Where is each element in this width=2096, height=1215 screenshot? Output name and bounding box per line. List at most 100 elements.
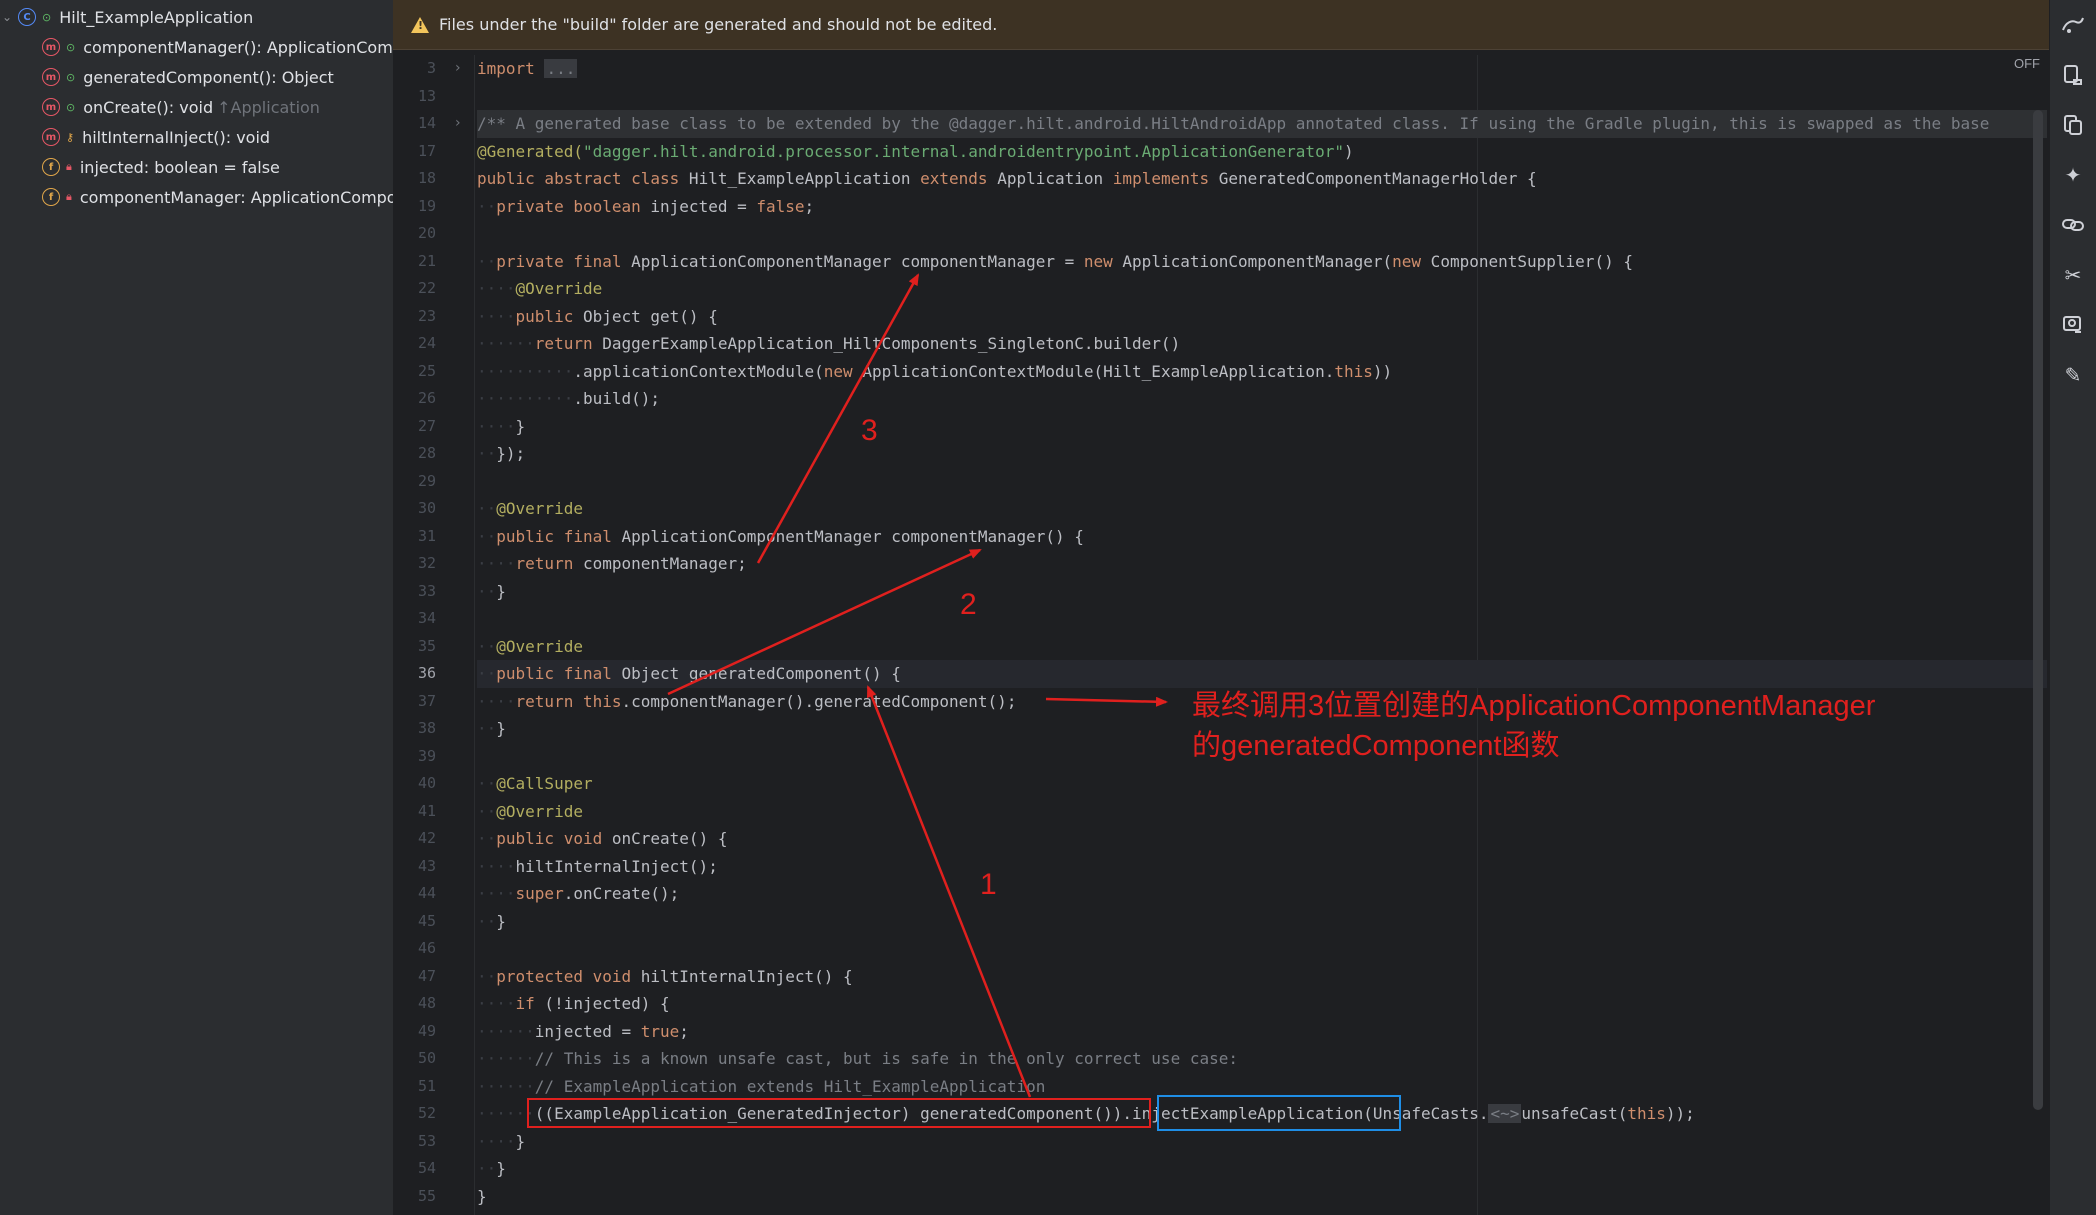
code-token: @Override [496,636,583,656]
structure-item-label: componentManager(): ApplicationCompo [83,37,393,57]
code-token: Object generatedComponent() { [611,664,901,683]
structure-item-label: hiltInternalInject(): void [82,127,271,147]
code-line[interactable]: ··} [477,1155,506,1183]
code-line[interactable]: ··········.build(); [477,385,660,413]
code-line[interactable]: import ... [477,55,578,83]
code-token: .build(); [573,389,661,408]
code-line[interactable]: ····if (!injected) { [477,990,670,1018]
code-line[interactable]: ··public final ApplicationComponentManag… [477,523,1084,551]
code-line[interactable]: public abstract class Hilt_ExampleApplic… [477,165,1537,193]
code-line[interactable]: ··@Override [477,798,583,826]
code-line[interactable]: ····hiltInternalInject(); [477,853,718,881]
code-line[interactable]: ··private final ApplicationComponentMana… [477,248,1633,276]
code-token: if [515,994,535,1013]
code-token: return [534,334,593,353]
code-token: onCreate() { [602,829,728,848]
code-line[interactable]: ······// This is a known unsafe cast, bu… [477,1045,1238,1073]
line-number: 28 [417,444,436,462]
code-token: protected void [496,966,632,986]
code-token: public [515,306,574,326]
code-editor[interactable]: Files under the "build" folder are gener… [393,0,2050,1215]
code-token: /** A generated base class to be extende… [477,114,1990,133]
code-line[interactable]: ··········.applicationContextModule(new … [477,358,1392,386]
code-line[interactable]: /** A generated base class to be extende… [477,110,2047,138]
chevron-down-icon[interactable]: ⌄ [2,10,12,24]
database-icon[interactable] [2060,112,2086,138]
line-number: 44 [417,884,436,902]
code-line[interactable]: ····return this.componentManager().gener… [477,688,1016,716]
line-number: 21 [417,251,436,270]
device-manager-icon[interactable] [2060,312,2086,338]
code-line[interactable]: ··} [477,578,506,606]
structure-item[interactable]: f 🔒︎ injected: boolean = false [42,152,280,182]
line-number: 33 [417,581,436,600]
code-line[interactable]: ····return componentManager; [477,550,747,578]
code-line[interactable]: ··} [477,908,506,936]
line-number: 19 [417,196,436,215]
ai-assistant-icon[interactable]: ✦ [2060,162,2086,188]
code-line[interactable]: ··@Override [477,633,583,661]
line-number: 51 [417,1076,436,1095]
code-line[interactable]: ··@Override [477,495,583,523]
notifications-icon[interactable] [2060,62,2086,88]
code-line[interactable]: ····super.onCreate(); [477,880,679,908]
lock-icon: 🔒︎ [66,190,72,203]
folded-region[interactable]: ... [544,59,578,78]
code-line[interactable]: ······return DaggerExampleApplication_Hi… [477,330,1180,358]
folded-region[interactable]: <~> [1488,1104,1522,1123]
edit-icon[interactable]: ✎ [2060,362,2086,388]
code-line[interactable]: ······injected = true; [477,1018,689,1046]
code-line[interactable]: ··protected void hiltInternalInject() { [477,963,853,991]
code-token: new [1392,251,1422,271]
structure-root[interactable]: ⌄ C ⊙ Hilt_ExampleApplication [0,2,253,32]
code-line-current[interactable]: ··public final Object generatedComponent… [477,660,2047,688]
code-token: } [477,1186,487,1206]
structure-item[interactable]: m ⚷ hiltInternalInject(): void [42,122,270,152]
code-line[interactable]: } [477,1183,487,1211]
line-number: 49 [417,1021,436,1040]
chevron-right-icon[interactable]: › [455,110,467,138]
protected-key-icon: ⚷ [66,130,75,144]
code-token: (!injected) { [534,994,670,1013]
code-line[interactable]: ····} [477,1128,525,1156]
code-line[interactable]: ··} [477,715,506,743]
tools-icon[interactable]: ✂ [2060,262,2086,288]
code-line[interactable]: @Generated("dagger.hilt.android.processo… [477,138,1354,166]
code-token: return [515,691,574,711]
code-line[interactable]: ····} [477,413,525,441]
code-token: public final [496,664,612,683]
line-number: 52 [417,1104,436,1122]
structure-item[interactable]: f 🔒︎ componentManager: ApplicationCompon [42,182,393,212]
code-token: ApplicationComponentManager componentMan… [621,251,1084,271]
code-line[interactable]: ··public void onCreate() { [477,825,727,853]
code-line[interactable]: ··@CallSuper [477,770,593,798]
link-icon[interactable] [2060,212,2086,238]
reader-mode-off-label[interactable]: OFF [2014,56,2040,71]
code-token: } [515,416,526,436]
right-tool-strip: ✦ ✂ ✎ [2049,0,2096,1215]
line-number: 29 [417,471,436,490]
structure-item[interactable]: m ⊙ componentManager(): ApplicationCompo [42,32,393,62]
line-number-gutter[interactable]: 3 13 14 17 18 19 20 21 22 23 24 25 26 27… [393,55,461,1215]
code-token: ) [1343,141,1354,161]
code-line[interactable]: ······// ExampleApplication extends Hilt… [477,1073,1045,1101]
chevron-right-icon[interactable]: › [455,55,467,83]
code-token: } [496,719,506,738]
class-icon: C [18,8,36,26]
gradle-icon[interactable] [2060,12,2086,38]
code-line[interactable]: ····@Override [477,275,602,303]
code-token: return [515,554,574,573]
code-line[interactable]: ······((ExampleApplication_GeneratedInje… [477,1100,1695,1128]
line-number: 53 [417,1131,436,1150]
line-number: 32 [417,554,436,572]
line-number: 27 [417,416,436,435]
code-line[interactable]: ··private boolean injected = false; [477,193,814,221]
line-number: 54 [417,1159,436,1177]
vertical-scrollbar[interactable] [2033,110,2043,1110]
structure-item[interactable]: m ⊙ generatedComponent(): Object [42,62,334,92]
line-number-current: 36 [417,664,436,682]
code-line[interactable]: ····public Object get() { [477,303,718,331]
code-line[interactable]: ··}); [477,440,525,468]
structure-item[interactable]: m ⊙ onCreate(): void ↑Application [42,92,320,122]
code-token: Hilt_ExampleApplication [679,169,921,188]
